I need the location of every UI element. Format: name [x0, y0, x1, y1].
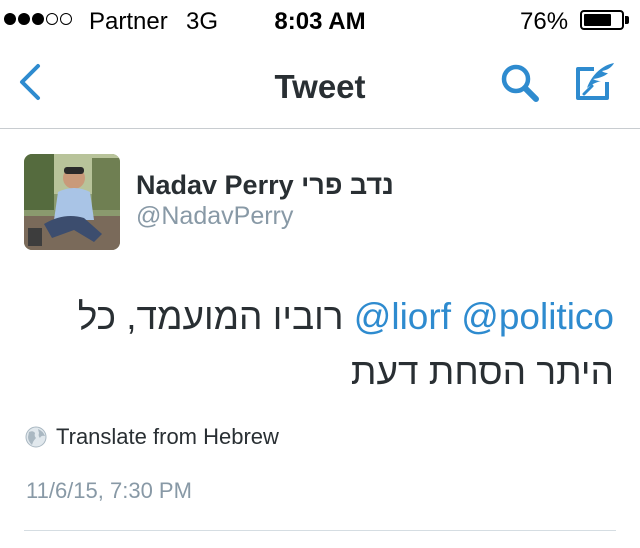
battery-percent: 76% [520, 8, 569, 35]
battery-icon [580, 10, 624, 30]
tweet-timestamp: 11/6/15, 7:30 PM [26, 478, 192, 503]
translate-label: Translate from Hebrew [56, 424, 279, 449]
user-handle[interactable]: @NadavPerry [136, 202, 293, 231]
display-name[interactable]: Nadav Perry נדב פרי [136, 170, 394, 201]
divider [24, 530, 616, 531]
compose-tweet-icon [576, 63, 614, 100]
status-bar: Partner 3G 8:03 AM 76% [0, 0, 640, 40]
mention-link[interactable]: @politico [461, 296, 614, 337]
avatar[interactable] [24, 154, 120, 250]
search-icon [501, 64, 539, 102]
globe-icon [25, 426, 47, 448]
profile-photo [24, 154, 120, 250]
compose-tweet-button[interactable] [570, 60, 620, 106]
battery-cap [625, 16, 629, 24]
search-button[interactable] [496, 60, 546, 106]
mention-link[interactable]: @liorf [354, 296, 451, 337]
tweet-text: @politico @liorf רוביו המועמד, כל היתר ה… [24, 289, 614, 399]
translate-button[interactable]: Translate from Hebrew [24, 424, 279, 450]
nav-bar: Tweet [0, 40, 640, 129]
